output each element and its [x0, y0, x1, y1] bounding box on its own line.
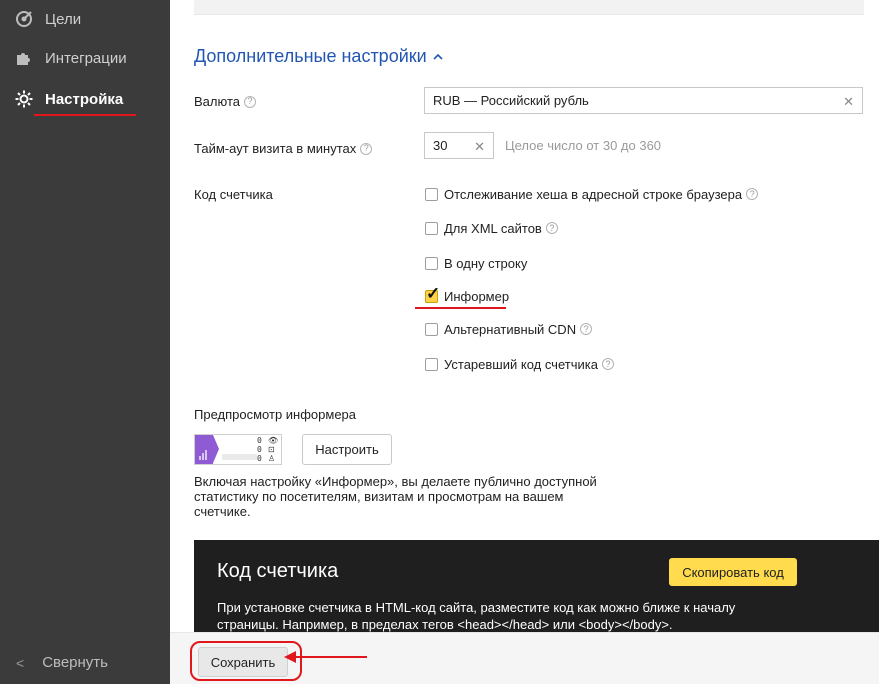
- sidebar-item-integrations[interactable]: Интеграции: [14, 46, 127, 70]
- currency-label-row: Валюта ?: [194, 94, 256, 109]
- main-content: Дополнительные настройки Валюта ? RUB — …: [170, 0, 879, 684]
- option-label: Устаревший код счетчика: [444, 356, 598, 372]
- informer-value: 0: [257, 436, 262, 445]
- option-label: Для XML сайтов: [444, 220, 542, 236]
- checkbox[interactable]: [425, 187, 438, 201]
- help-icon[interactable]: ?: [244, 95, 256, 108]
- option-label: Альтернативный CDN: [444, 321, 577, 337]
- sidebar-item-settings[interactable]: Настройка: [14, 87, 123, 111]
- puzzle-icon: [14, 48, 34, 68]
- visits-icon: ⊡: [268, 445, 275, 454]
- sidebar-item-label: Цели: [45, 10, 82, 28]
- informer-preview-label: Предпросмотр информера: [194, 407, 357, 422]
- currency-value: RUB — Российский рубль: [433, 93, 589, 108]
- timeout-label-row: Тайм-аут визита в минутах ?: [194, 141, 373, 156]
- informer-value: 0: [257, 454, 262, 463]
- help-icon[interactable]: ?: [601, 358, 614, 370]
- checkbox[interactable]: [425, 357, 438, 371]
- option-legacy-code[interactable]: Устаревший код счетчика ?: [425, 355, 614, 373]
- option-single-line[interactable]: В одну строку: [425, 254, 527, 272]
- annotation-underline: [415, 307, 506, 309]
- option-alternative-cdn[interactable]: Альтернативный CDN ?: [425, 320, 593, 338]
- help-icon[interactable]: ?: [580, 323, 593, 335]
- informer-description: Включая настройку «Информер», вы делаете…: [194, 474, 597, 519]
- clear-icon[interactable]: ✕: [474, 139, 485, 155]
- chevron-left-icon: <: [16, 654, 25, 671]
- footer-bar: Сохранить: [170, 632, 879, 684]
- copy-code-button[interactable]: Скопировать код: [669, 558, 797, 586]
- checkbox[interactable]: [425, 322, 438, 336]
- sidebar: Цели Интеграции Настройка < Свернуть: [0, 0, 170, 684]
- option-label: Информер: [444, 288, 510, 304]
- checkbox-checked[interactable]: ✓: [425, 285, 440, 303]
- collapse-label: Свернуть: [42, 654, 108, 671]
- informer-preview: 0 0 0 👁 ⊡ ♙: [194, 434, 282, 465]
- code-install-instructions: При установке счетчика в HTML-код сайта,…: [217, 600, 736, 632]
- informer-values: 0 0 0: [257, 435, 262, 463]
- help-icon[interactable]: ?: [746, 188, 759, 200]
- timeout-input[interactable]: 30 ✕: [424, 132, 494, 159]
- checkbox[interactable]: [425, 221, 438, 235]
- save-button[interactable]: Сохранить: [198, 647, 288, 677]
- clear-icon[interactable]: ✕: [843, 94, 854, 110]
- checkmark-icon: ✓: [426, 283, 441, 303]
- code-panel-title: Код счетчика: [217, 560, 339, 582]
- option-label: Отслеживание хеша в адресной строке брау…: [444, 186, 743, 202]
- currency-select[interactable]: RUB — Российский рубль ✕: [424, 87, 863, 114]
- option-informer[interactable]: ✓ Информер: [425, 285, 510, 305]
- sidebar-item-goals[interactable]: Цели: [14, 7, 81, 31]
- checkbox[interactable]: [425, 256, 438, 270]
- help-icon[interactable]: ?: [360, 142, 373, 155]
- chevron-up-icon: [433, 53, 443, 60]
- configure-informer-button[interactable]: Настроить: [302, 434, 392, 465]
- section-title: Дополнительные настройки: [194, 46, 427, 66]
- bar-chart-icon: [199, 450, 209, 460]
- sidebar-item-label: Настройка: [45, 90, 124, 108]
- person-icon: ♙: [268, 454, 276, 463]
- advanced-settings-toggle[interactable]: Дополнительные настройки: [194, 46, 443, 67]
- annotation-arrow-icon: [284, 651, 367, 663]
- active-indicator: [34, 114, 136, 116]
- target-icon: [14, 9, 34, 29]
- option-label: В одну строку: [444, 255, 528, 271]
- collapse-sidebar-button[interactable]: < Свернуть: [16, 654, 108, 671]
- previous-section-panel: [194, 0, 864, 15]
- gear-icon: [14, 89, 34, 109]
- currency-label: Валюта: [194, 94, 240, 109]
- help-icon[interactable]: ?: [545, 222, 558, 234]
- timeout-label: Тайм-аут визита в минутах: [194, 141, 357, 156]
- eye-icon: 👁: [268, 436, 279, 445]
- timeout-value: 30: [433, 138, 448, 153]
- timeout-hint: Целое число от 30 до 360: [505, 138, 662, 153]
- option-xml-sites[interactable]: Для XML сайтов ?: [425, 219, 558, 237]
- counter-code-label: Код счетчика: [194, 187, 273, 202]
- informer-value: 0: [257, 445, 262, 454]
- informer-stripe: [222, 454, 257, 460]
- option-hash-tracking[interactable]: Отслеживание хеша в адресной строке брау…: [425, 185, 759, 203]
- sidebar-item-label: Интеграции: [45, 49, 127, 67]
